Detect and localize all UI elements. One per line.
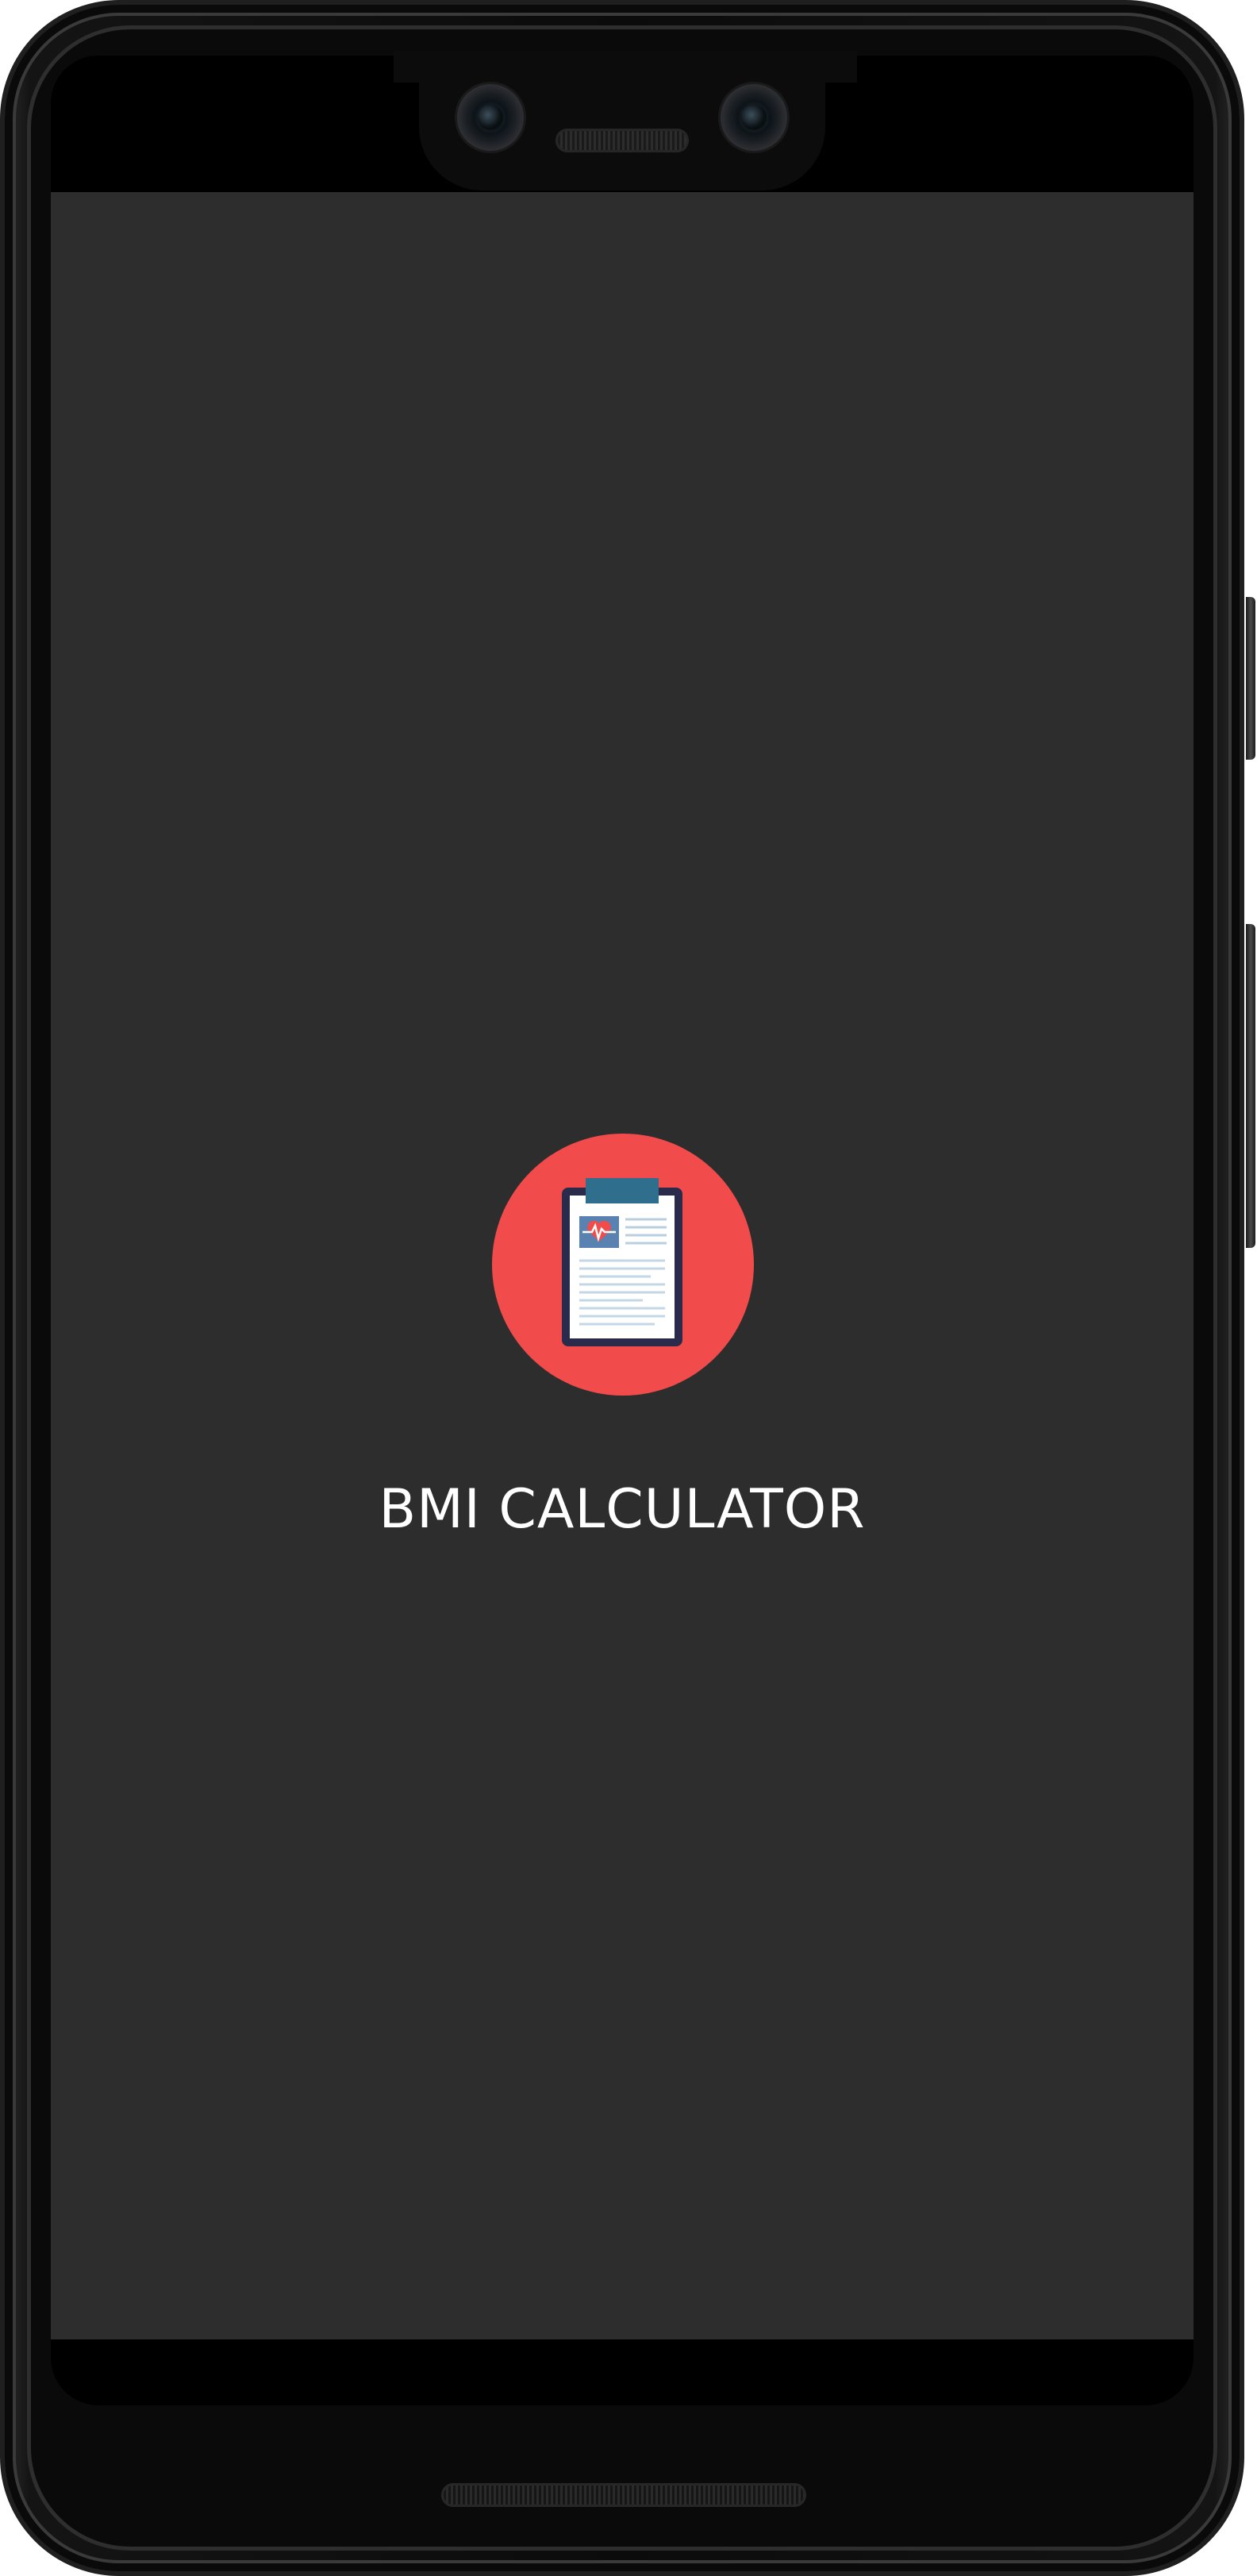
app-title: BMI CALCULATOR bbox=[379, 1478, 866, 1541]
splash-screen[interactable]: BMI CALCULATOR bbox=[51, 192, 1194, 2339]
clipboard-graphic bbox=[562, 1178, 682, 1346]
medical-clipboard-icon bbox=[492, 1134, 754, 1396]
front-camera-icon bbox=[721, 84, 787, 151]
earpiece-speaker bbox=[555, 129, 689, 152]
power-button bbox=[1246, 597, 1255, 760]
notch-corner bbox=[825, 51, 857, 83]
front-camera-icon bbox=[457, 84, 524, 151]
volume-button bbox=[1246, 924, 1255, 1248]
bottom-speaker bbox=[441, 2483, 806, 2507]
clipboard-clip bbox=[586, 1178, 659, 1203]
app-screen: BMI CALCULATOR bbox=[51, 192, 1194, 2339]
